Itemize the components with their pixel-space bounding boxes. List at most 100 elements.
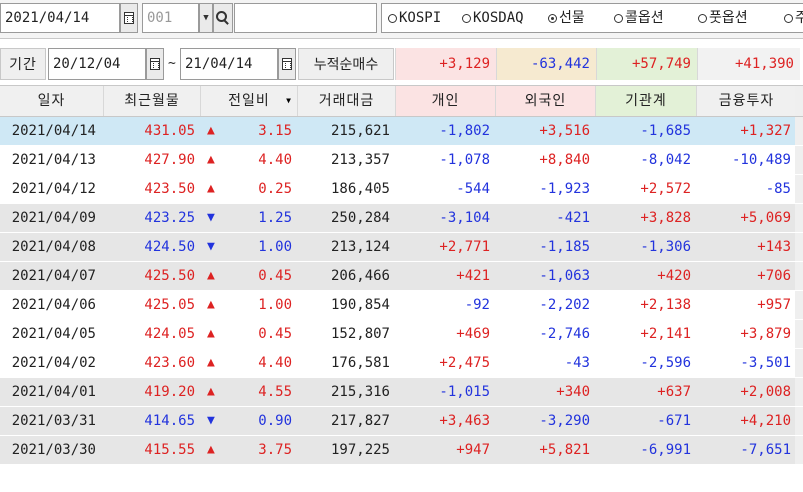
- column-header[interactable]: 기관계: [596, 86, 697, 116]
- volume-cell-text: 176,581: [330, 355, 390, 371]
- date-input[interactable]: 2021/04/14: [0, 3, 120, 33]
- finance-cell: -3,501: [697, 349, 797, 377]
- to-date-input[interactable]: 21/04/14: [180, 48, 278, 80]
- volume-cell: 215,621: [298, 117, 396, 145]
- volume-cell-text: 206,466: [330, 268, 390, 284]
- scrollbar-track[interactable]: [795, 436, 803, 464]
- date-calendar-button[interactable]: [120, 3, 138, 33]
- foreign-cell-text: +5,821: [539, 442, 590, 458]
- institution-cell: -1,306: [596, 233, 697, 261]
- institution-cell-text: +2,138: [640, 297, 691, 313]
- table-row[interactable]: 2021/04/06 425.05 ▲ 1.00 190,854 -92 -2,202 +2,…: [0, 291, 803, 320]
- change-cell: ▲ 4.55: [201, 378, 298, 406]
- filter-row: 기간 20/12/04 ~ 21/04/14 누적순매수 +3,129 -63,4…: [0, 46, 803, 82]
- radio-button-icon: [784, 14, 793, 23]
- volume-cell: 215,316: [298, 378, 396, 406]
- date-cell-text: 2021/04/13: [11, 152, 96, 168]
- table-row[interactable]: 2021/03/30 415.55 ▲ 3.75 197,225 +947 +5,821 -6…: [0, 436, 803, 465]
- triangle-down-icon: ▼: [207, 413, 215, 428]
- table-row[interactable]: 2021/04/01 419.20 ▲ 4.55 215,316 -1,015 +340 +6…: [0, 378, 803, 407]
- from-date-input[interactable]: 20/12/04: [48, 48, 146, 80]
- radio-option[interactable]: KOSDAQ: [462, 4, 524, 32]
- price-cell: 427.90: [104, 146, 201, 174]
- radio-option[interactable]: KOSPI: [388, 4, 441, 32]
- foreign-cell-text: -2,202: [539, 297, 590, 313]
- from-date-calendar-button[interactable]: [146, 48, 164, 80]
- finance-cell-text: -7,651: [740, 442, 791, 458]
- price-cell-text: 431.05: [144, 123, 195, 139]
- table-row[interactable]: 2021/04/02 423.60 ▲ 4.40 176,581 +2,475 -43 -2,…: [0, 349, 803, 378]
- volume-cell-text: 213,124: [330, 239, 390, 255]
- table-row[interactable]: 2021/03/31 414.65 ▼ 0.90 217,827 +3,463 -3,290…: [0, 407, 803, 436]
- code-input[interactable]: 001: [142, 3, 199, 33]
- market-radio-group: KOSPI KOSDAQ 선물 콜옵션 풋옵션 주: [381, 3, 803, 33]
- scrollbar-track[interactable]: [795, 349, 803, 377]
- triangle-down-icon: ▼: [207, 210, 215, 225]
- scrollbar-track[interactable]: [795, 117, 803, 145]
- radio-option[interactable]: 풋옵션: [698, 4, 748, 32]
- change-cell: ▲ 0.45: [201, 320, 298, 348]
- period-label: 기간: [0, 48, 46, 80]
- scrollbar-track[interactable]: [795, 407, 803, 435]
- price-cell-text: 415.55: [144, 442, 195, 458]
- search-button[interactable]: [213, 3, 233, 33]
- table-row[interactable]: 2021/04/05 424.05 ▲ 0.45 152,807 +469 -2,746 +2…: [0, 320, 803, 349]
- finance-cell: +1,327: [697, 117, 797, 145]
- table-row[interactable]: 2021/04/12 423.50 ▲ 0.25 186,405 -544 -1,923 +2…: [0, 175, 803, 204]
- column-header[interactable]: 일자: [0, 86, 104, 116]
- scrollbar-track[interactable]: [795, 262, 803, 290]
- price-cell-text: 423.50: [144, 181, 195, 197]
- date-cell-text: 2021/04/01: [11, 384, 96, 400]
- foreign-cell-text: -2,746: [539, 326, 590, 342]
- table-row[interactable]: 2021/04/13 427.90 ▲ 4.40 213,357 -1,078 +8,840…: [0, 146, 803, 175]
- table-row[interactable]: 2021/04/09 423.25 ▼ 1.25 250,284 -3,104 -421 +3…: [0, 204, 803, 233]
- sort-dropdown-icon[interactable]: ▼: [283, 93, 295, 109]
- scrollbar-track[interactable]: [795, 378, 803, 406]
- scrollbar-track[interactable]: [795, 233, 803, 261]
- triangle-up-icon: ▲: [207, 123, 215, 138]
- foreign-cell: +340: [496, 378, 596, 406]
- scrollbar-track[interactable]: [795, 320, 803, 348]
- scrollbar-track[interactable]: [795, 291, 803, 319]
- institution-cell: +3,828: [596, 204, 697, 232]
- column-header[interactable]: 외국인: [496, 86, 596, 116]
- column-header[interactable]: 금융투자: [697, 86, 797, 116]
- volume-cell-text: 217,827: [330, 413, 390, 429]
- scrollbar-track[interactable]: [795, 86, 803, 116]
- volume-cell: 213,124: [298, 233, 396, 261]
- institution-cell-text: +637: [657, 384, 691, 400]
- radio-option[interactable]: 선물: [548, 4, 585, 32]
- column-header[interactable]: 거래대금: [298, 86, 396, 116]
- volume-cell-text: 197,225: [330, 442, 390, 458]
- finance-cell: +3,879: [697, 320, 797, 348]
- column-header[interactable]: 전일비 ▼: [201, 86, 298, 116]
- volume-cell-text: 152,807: [330, 326, 390, 342]
- cumulative-net-value: +3,129: [395, 48, 496, 80]
- table-row[interactable]: 2021/04/08 424.50 ▼ 1.00 213,124 +2,771 -1,185…: [0, 233, 803, 262]
- price-cell: 425.50: [104, 262, 201, 290]
- column-header[interactable]: 최근월물: [104, 86, 201, 116]
- finance-cell: +4,210: [697, 407, 797, 435]
- radio-button-icon: [614, 14, 623, 23]
- name-input[interactable]: [234, 3, 377, 33]
- scrollbar-track[interactable]: [795, 146, 803, 174]
- change-cell-text: 4.55: [258, 384, 292, 400]
- individual-cell-text: +2,771: [439, 239, 490, 255]
- scrollbar-track[interactable]: [795, 175, 803, 203]
- individual-cell-text: -1,015: [439, 384, 490, 400]
- radio-option[interactable]: 주: [784, 4, 803, 32]
- to-date-calendar-button[interactable]: [278, 48, 296, 80]
- volume-cell: 213,357: [298, 146, 396, 174]
- radio-option[interactable]: 콜옵션: [614, 4, 664, 32]
- column-header[interactable]: 개인: [396, 86, 496, 116]
- institution-cell-text: +2,572: [640, 181, 691, 197]
- price-cell: 415.55: [104, 436, 201, 464]
- finance-cell: -10,489: [697, 146, 797, 174]
- code-dropdown-button[interactable]: ▼: [199, 3, 213, 33]
- table-row[interactable]: 2021/04/14 431.05 ▲ 3.15 215,621 -1,802 +3,516…: [0, 117, 803, 146]
- volume-cell-text: 186,405: [330, 181, 390, 197]
- individual-cell: -1,015: [396, 378, 496, 406]
- scrollbar-track[interactable]: [795, 204, 803, 232]
- table-row[interactable]: 2021/04/07 425.50 ▲ 0.45 206,466 +421 -1,063 +4…: [0, 262, 803, 291]
- individual-cell: -544: [396, 175, 496, 203]
